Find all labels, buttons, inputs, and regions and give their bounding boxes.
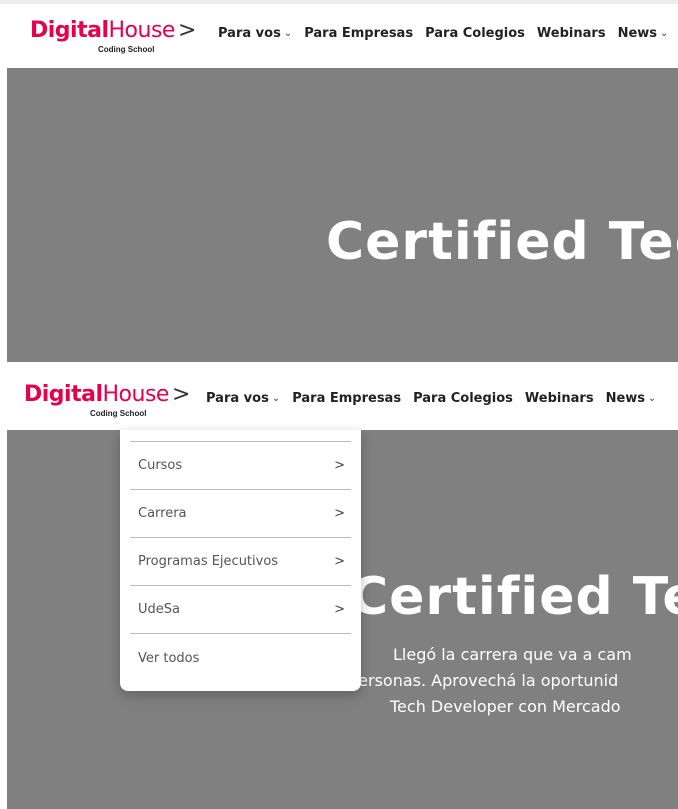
- chevron-right-icon: >: [334, 602, 345, 617]
- nav-label: Para Colegios: [413, 391, 513, 406]
- logo[interactable]: DigitalHouse > Coding School: [30, 18, 197, 54]
- nav-label: Para vos: [206, 391, 269, 406]
- nav-news[interactable]: News ⌄: [606, 391, 657, 406]
- screenshot-top: DigitalHouse > Coding School Para vos ⌄ Pa…: [0, 0, 678, 362]
- dropdown-item-label: Programas Ejecutivos: [138, 554, 279, 569]
- dropdown-item-programas-ejecutivos[interactable]: Programas Ejecutivos >: [130, 538, 351, 586]
- chevron-down-icon: ⌄: [271, 393, 281, 404]
- para-vos-dropdown: Cursos > Carrera > Programas Ejecutivos …: [120, 430, 361, 691]
- hero-title: Certified Tec: [350, 567, 678, 627]
- nav-label: News: [617, 26, 658, 41]
- logo-digital: Digital: [30, 18, 109, 43]
- hero-text-line: Llegó la carrera que va a cam: [393, 645, 632, 664]
- main-nav: Para vos ⌄ Para Empresas Para Colegios We…: [206, 391, 668, 406]
- logo[interactable]: DigitalHouse > Coding School: [24, 382, 191, 418]
- dropdown-item-ver-todos[interactable]: Ver todos: [130, 634, 351, 682]
- nav-label: Para Colegios: [425, 26, 525, 41]
- hero-text-line: Tech Developer con Mercado: [390, 697, 621, 716]
- nav-para-vos[interactable]: Para vos ⌄: [218, 26, 292, 41]
- chevron-right-icon: >: [334, 458, 345, 473]
- dropdown-item-cursos[interactable]: Cursos >: [130, 442, 351, 490]
- dropdown-item-carrera[interactable]: Carrera >: [130, 490, 351, 538]
- nav-webinars[interactable]: Webinars: [537, 26, 606, 41]
- chevron-right-icon: >: [334, 506, 345, 521]
- chevron-down-icon: ⌄: [660, 28, 669, 39]
- dropdown-item-label: Ver todos: [138, 650, 200, 666]
- site-header: DigitalHouse > Coding School Para vos ⌄ Pa…: [0, 362, 678, 430]
- site-header: DigitalHouse > Coding School Para vos ⌄ Pa…: [0, 0, 678, 68]
- nav-para-colegios[interactable]: Para Colegios: [425, 26, 525, 41]
- main-nav: Para vos ⌄ Para Empresas Para Colegios We…: [218, 26, 678, 41]
- logo-tagline: Coding School: [90, 409, 147, 418]
- nav-para-empresas[interactable]: Para Empresas: [304, 26, 413, 41]
- logo-house: House: [108, 18, 176, 43]
- nav-para-empresas[interactable]: Para Empresas: [292, 391, 401, 406]
- nav-label: Para Empresas: [304, 26, 414, 41]
- nav-label: Webinars: [524, 391, 594, 406]
- logo-chevron: >: [171, 382, 191, 407]
- nav-label: Webinars: [536, 26, 606, 41]
- chevron-right-icon: >: [334, 554, 345, 569]
- logo-house: House: [102, 382, 170, 407]
- dropdown-item-label: UdeSa: [138, 602, 180, 617]
- hero-title: Certified Tec: [326, 212, 678, 272]
- nav-label: Para vos: [218, 26, 281, 41]
- dropdown-item-udesa[interactable]: UdeSa >: [130, 586, 351, 634]
- nav-webinars[interactable]: Webinars: [525, 391, 594, 406]
- logo-tagline: Coding School: [98, 45, 155, 54]
- nav-para-colegios[interactable]: Para Colegios: [413, 391, 513, 406]
- nav-para-vos[interactable]: Para vos ⌄: [206, 391, 280, 406]
- dropdown-item-label: Cursos: [138, 458, 183, 473]
- nav-label: Para Empresas: [292, 391, 402, 406]
- chevron-down-icon: ⌄: [283, 28, 293, 39]
- logo-chevron: >: [177, 18, 197, 43]
- nav-news[interactable]: News ⌄: [618, 26, 669, 41]
- dropdown-item-label: Carrera: [138, 506, 187, 521]
- nav-label: News: [605, 391, 646, 406]
- logo-digital: Digital: [24, 382, 103, 407]
- chevron-down-icon: ⌄: [648, 393, 657, 404]
- hero-text-line: personas. Aprovechá la oportunid: [348, 671, 619, 690]
